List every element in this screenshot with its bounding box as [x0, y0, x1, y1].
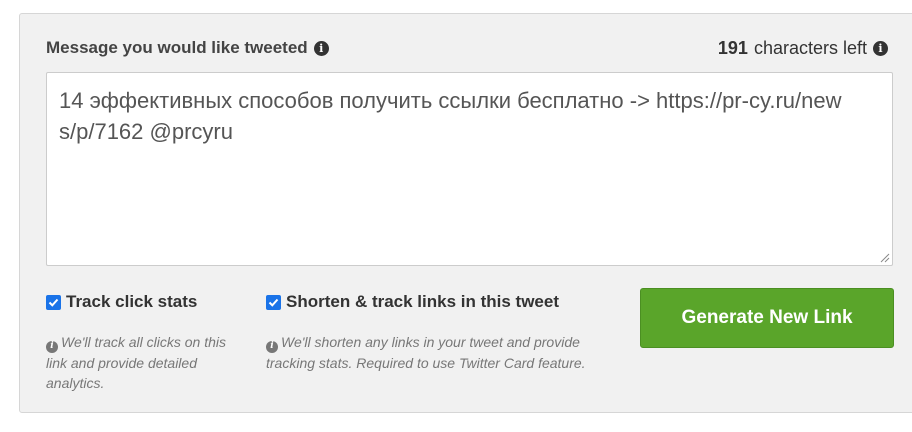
shorten-links-option[interactable]: Shorten & track links in this tweet — [266, 292, 559, 312]
characters-left-counter: 191 characters left i — [718, 38, 888, 59]
message-label: Message you would like tweeted i — [46, 38, 329, 58]
info-icon[interactable]: i — [313, 40, 329, 56]
shorten-links-label[interactable]: Shorten & track links in this tweet — [286, 292, 559, 312]
generate-new-link-button[interactable]: Generate New Link — [640, 288, 894, 348]
info-icon[interactable]: i — [873, 41, 888, 56]
checkbox-checked-icon[interactable] — [266, 294, 281, 310]
track-click-stats-option[interactable]: Track click stats — [46, 292, 197, 312]
shorten-links-help-text: We'll shorten any links in your tweet an… — [266, 334, 586, 371]
shorten-links-help: i We'll shorten any links in your tweet a… — [266, 332, 596, 373]
message-label-text: Message you would like tweeted — [46, 38, 308, 57]
message-textarea[interactable]: 14 эффективных способов получить ссылки … — [46, 72, 893, 266]
resize-grip-icon[interactable] — [880, 253, 890, 263]
characters-left-count: 191 — [717, 38, 748, 58]
info-icon: i — [266, 340, 278, 353]
info-icon: i — [46, 340, 58, 353]
characters-left-label: characters left — [753, 38, 867, 58]
track-click-stats-help: i We'll track all clicks on this link and… — [46, 332, 231, 393]
checkbox-checked-icon[interactable] — [46, 294, 61, 310]
track-click-stats-help-text: We'll track all clicks on this link and … — [46, 334, 227, 391]
track-click-stats-label[interactable]: Track click stats — [66, 292, 197, 312]
message-text[interactable]: 14 эффективных способов получить ссылки … — [59, 85, 852, 147]
tweet-composer-panel: Message you would like tweeted i 191 cha… — [19, 13, 912, 413]
